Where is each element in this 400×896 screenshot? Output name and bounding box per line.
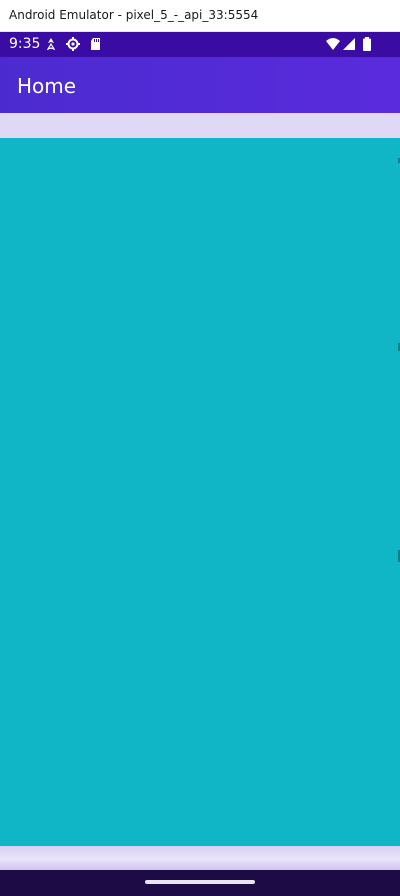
battery-icon	[363, 37, 371, 51]
window-titlebar[interactable]: Android Emulator - pixel_5_-_api_33:5554	[0, 0, 400, 32]
system-nav-bar[interactable]	[0, 870, 400, 896]
app-bar: Home	[0, 57, 400, 113]
status-time: 9:35	[9, 36, 41, 52]
header-spacer	[0, 113, 400, 138]
window-title: Android Emulator - pixel_5_-_api_33:5554	[9, 8, 259, 22]
home-gesture-handle[interactable]	[145, 880, 255, 884]
location-icon	[46, 38, 56, 51]
content-area[interactable]	[0, 138, 400, 846]
wifi-icon	[326, 38, 340, 50]
bottom-bar	[0, 846, 400, 870]
status-bar[interactable]: 9:35	[0, 32, 400, 57]
signal-icon	[343, 38, 355, 50]
page-title: Home	[17, 74, 77, 98]
settings-icon	[66, 37, 80, 51]
emulator-window: Android Emulator - pixel_5_-_api_33:5554…	[0, 0, 400, 896]
sd-card-icon	[91, 38, 100, 50]
